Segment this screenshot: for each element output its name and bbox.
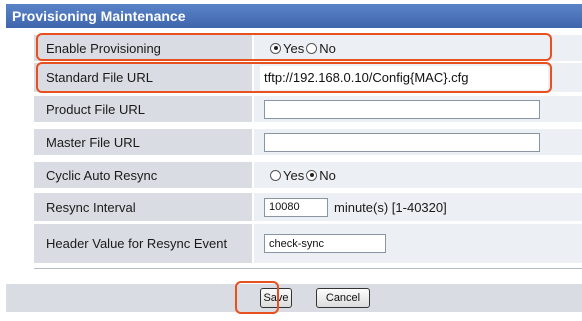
master-file-url-cell (254, 129, 582, 156)
master-file-url-label: Master File URL (34, 129, 252, 156)
cyclic-auto-resync-yes-label: Yes (283, 167, 305, 183)
product-file-url-cell (254, 96, 582, 123)
provisioning-maintenance-panel: Provisioning Maintenance Enable Provisio… (0, 0, 582, 321)
row-product-file-url: Product File URL (34, 96, 582, 123)
cyclic-auto-resync-no-radio[interactable]: No (306, 168, 336, 183)
header-value-label: Header Value for Resync Event (34, 224, 252, 264)
product-file-url-label: Product File URL (34, 96, 252, 123)
cyclic-auto-resync-yes-radio[interactable]: Yes (270, 168, 304, 183)
cyclic-auto-resync-label: Cyclic Auto Resync (34, 162, 252, 189)
enable-provisioning-highlight (36, 33, 552, 61)
save-button-highlight (235, 281, 279, 314)
cyclic-auto-resync-no-label: No (319, 167, 336, 183)
resync-interval-unit: minute(s) [1-40320] (334, 199, 447, 215)
master-file-url-input[interactable] (264, 132, 540, 152)
cyclic-auto-resync-options: Yes No (254, 162, 582, 189)
resync-interval-input[interactable]: 10080 (264, 197, 328, 217)
radio-selected-icon (306, 169, 318, 181)
standard-file-url-highlight (36, 62, 552, 93)
row-resync-interval: Resync Interval 10080 minute(s) [1-40320… (34, 193, 582, 222)
header-value-cell: check-sync (254, 224, 582, 264)
row-master-file-url: Master File URL (34, 129, 582, 156)
header-value-input[interactable]: check-sync (264, 234, 386, 253)
cancel-button[interactable]: Cancel (316, 288, 370, 308)
resync-interval-label: Resync Interval (34, 193, 252, 222)
radio-unselected-icon (270, 169, 281, 181)
resync-interval-cell: 10080 minute(s) [1-40320] (254, 193, 582, 222)
panel-title: Provisioning Maintenance (6, 4, 582, 28)
product-file-url-input[interactable] (264, 99, 540, 119)
button-bar: Save Cancel (6, 284, 582, 312)
divider (34, 268, 582, 269)
row-header-value: Header Value for Resync Event check-sync (34, 224, 582, 264)
row-cyclic-auto-resync: Cyclic Auto Resync Yes No (34, 162, 582, 189)
